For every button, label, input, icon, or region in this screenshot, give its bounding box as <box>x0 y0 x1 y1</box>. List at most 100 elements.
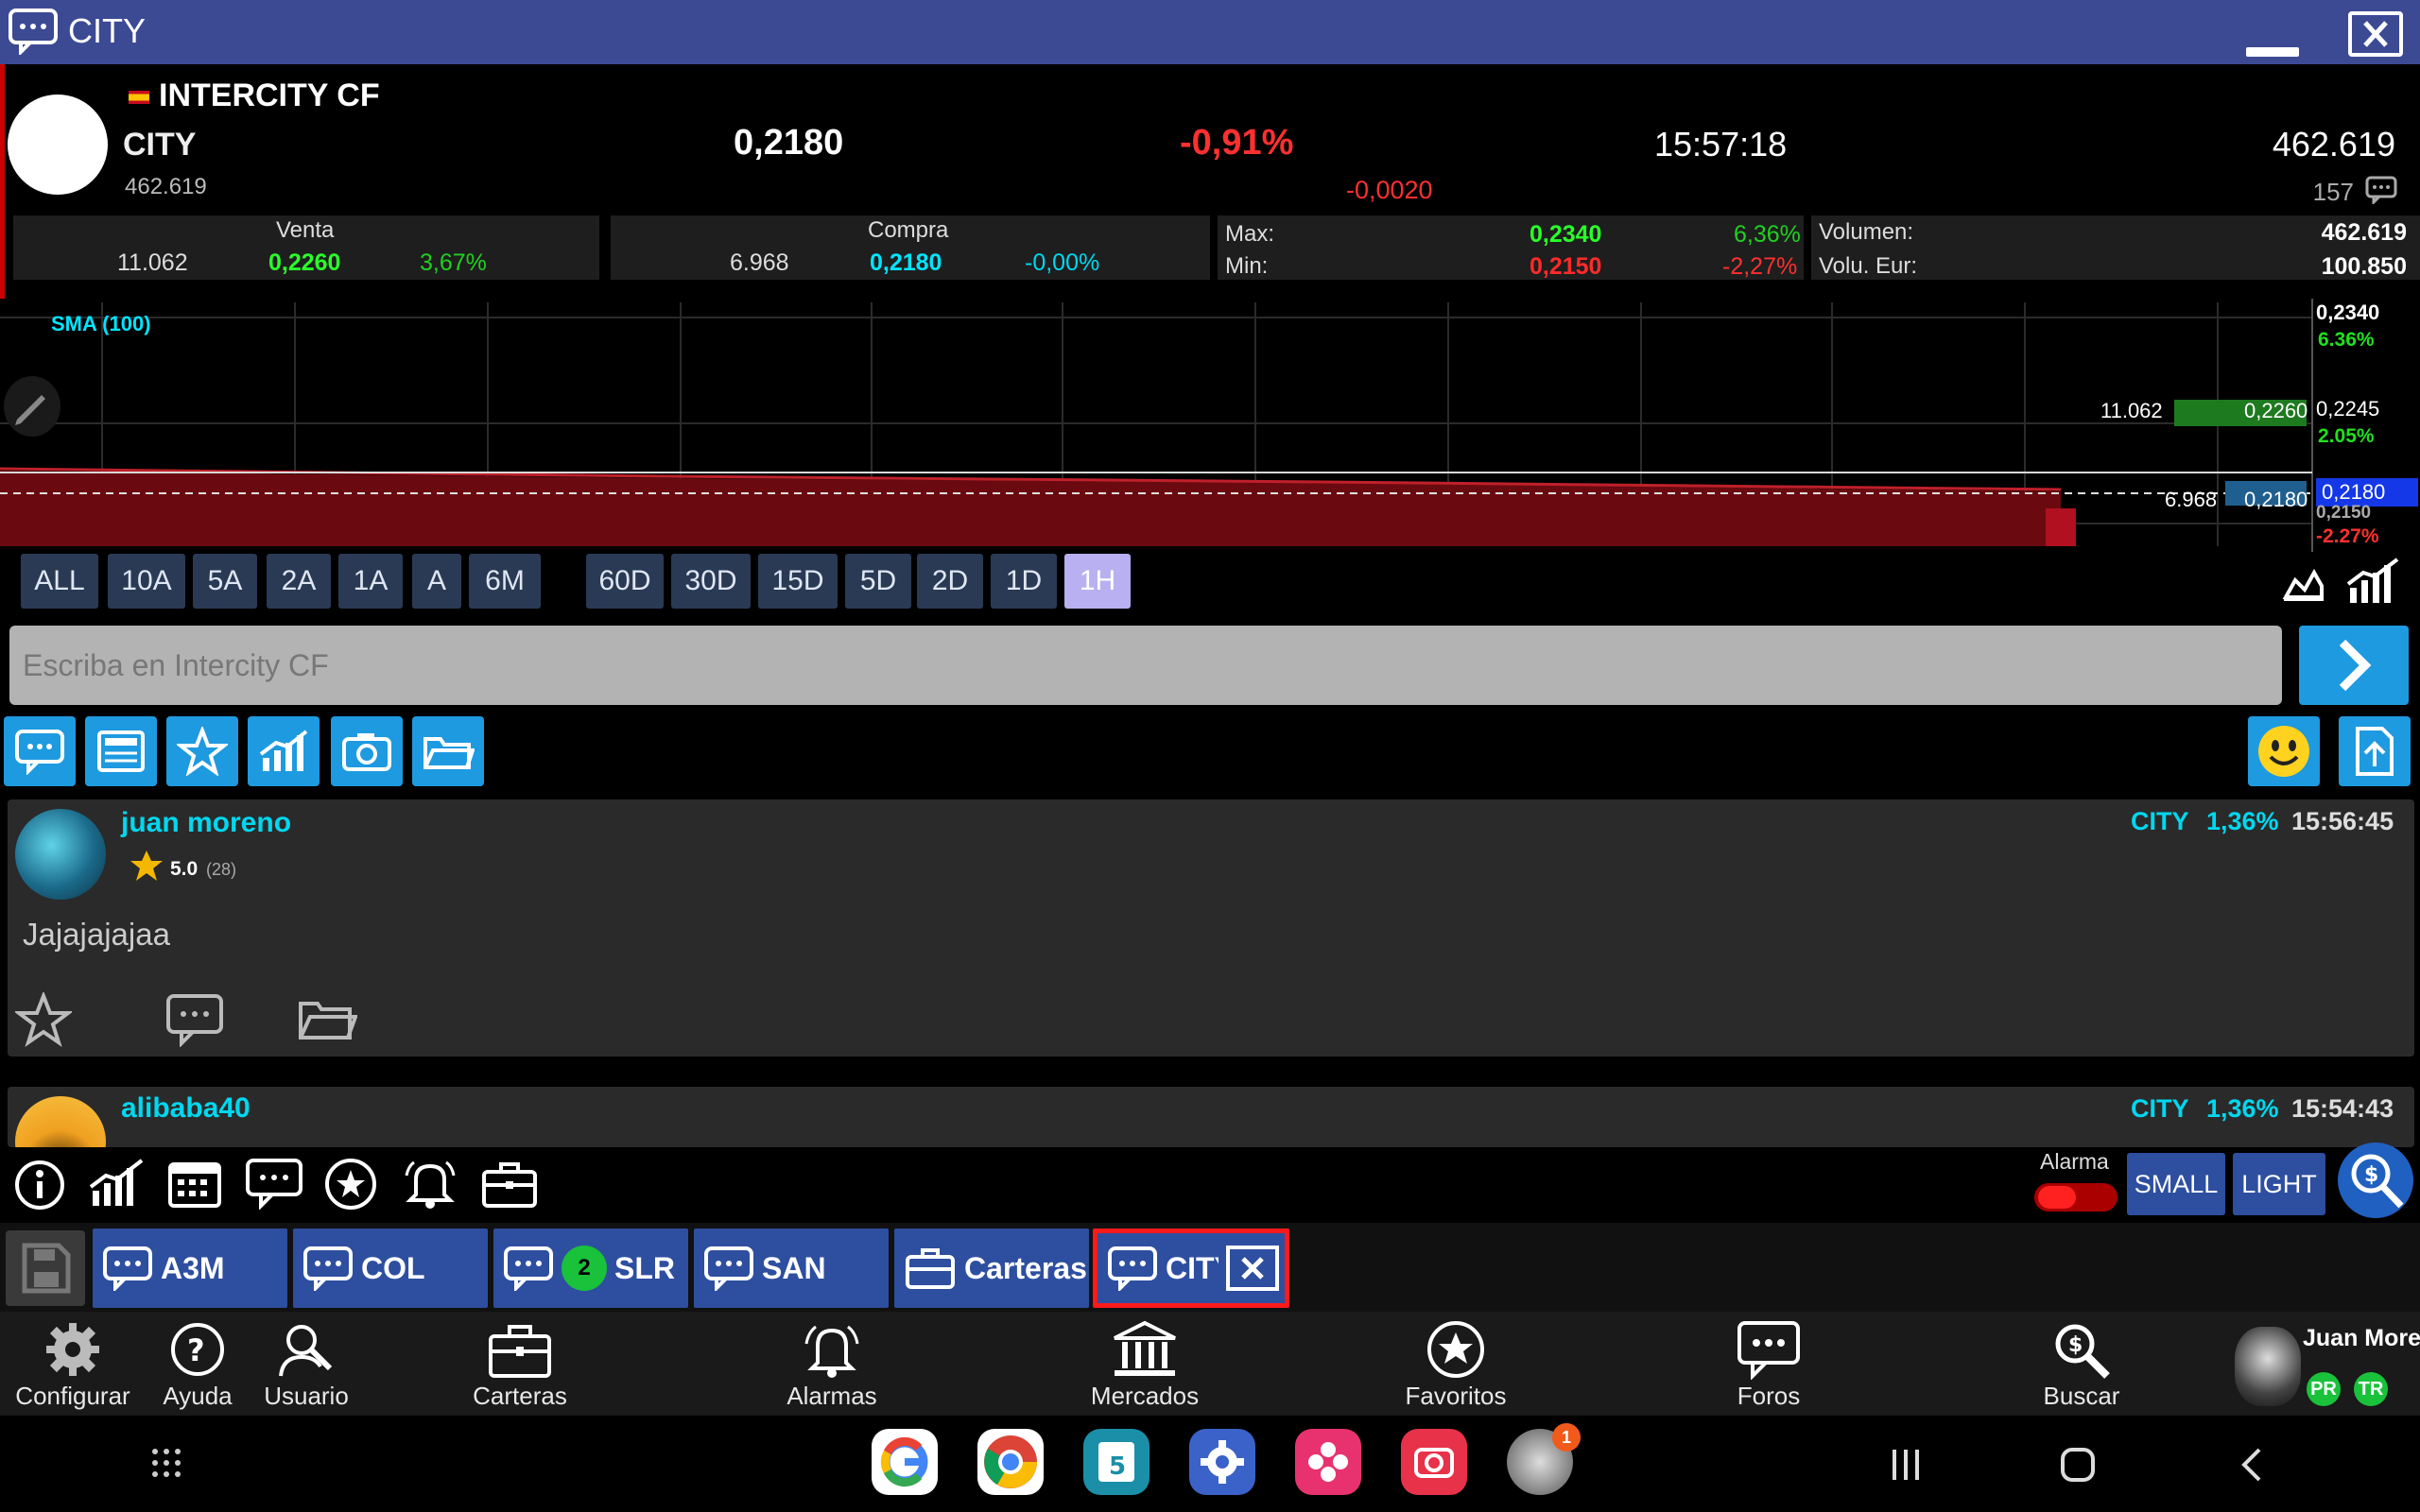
indicator-chart-icon[interactable] <box>2344 556 2403 607</box>
price-chart[interactable] <box>0 299 2420 552</box>
nav-carteras[interactable]: Carteras <box>463 1319 577 1411</box>
post-item: juan moreno 5.0 (28) CITY 1,36% 15:56:45… <box>8 799 2414 1057</box>
comments-count[interactable]: 157 <box>2313 178 2354 207</box>
close-window-button[interactable] <box>2348 11 2403 57</box>
settings-app-icon[interactable] <box>1189 1429 1255 1495</box>
chevron-right-icon <box>2339 639 2372 692</box>
chart-icon[interactable] <box>87 1157 146 1210</box>
avatar[interactable] <box>15 809 106 900</box>
tab-carteras[interactable]: Carteras <box>894 1228 1089 1308</box>
folder-tool-button[interactable] <box>412 716 484 786</box>
chat-tool-button[interactable] <box>4 716 76 786</box>
tab-a3m[interactable]: A3M <box>93 1228 287 1308</box>
app-grid-icon[interactable] <box>147 1444 185 1482</box>
nav-alarmas[interactable]: Alarmas <box>775 1319 889 1411</box>
post-ticker[interactable]: CITY <box>2131 1094 2189 1124</box>
chart-venta-qty: 11.062 <box>2100 399 2163 422</box>
search-money-icon[interactable]: $ <box>2335 1140 2416 1221</box>
unread-badge: 2 <box>562 1246 607 1291</box>
nav-label: Configurar <box>15 1382 130 1410</box>
range-15d-button[interactable]: 15D <box>758 554 838 609</box>
nav-label: Buscar <box>2043 1382 2120 1410</box>
company-name: INTERCITY CF <box>159 77 380 113</box>
nav-mercados[interactable]: Mercados <box>1085 1319 1204 1411</box>
range-10a-button[interactable]: 10A <box>108 554 185 609</box>
camera-app-icon[interactable] <box>1401 1429 1467 1495</box>
axis-mid-pct: 2.05% <box>2318 425 2375 447</box>
range-1h-button[interactable]: 1H <box>1064 554 1131 609</box>
avatar[interactable] <box>2235 1327 2301 1406</box>
range-a-button[interactable]: A <box>412 554 461 609</box>
home-icon[interactable] <box>2057 1444 2099 1486</box>
back-icon[interactable] <box>2233 1444 2271 1486</box>
venta-label: Venta <box>276 217 335 243</box>
price-area <box>0 471 2061 546</box>
emoji-button[interactable] <box>2248 716 2320 786</box>
small-size-button[interactable]: SMALL <box>2127 1153 2225 1215</box>
bank-building-icon <box>1114 1320 1176 1376</box>
gallery-app-icon[interactable] <box>1295 1429 1361 1495</box>
nav-buscar[interactable]: $ Buscar <box>2034 1319 2129 1411</box>
send-button[interactable] <box>2299 626 2409 705</box>
chart-tool-button[interactable] <box>248 716 320 786</box>
folder-icon[interactable] <box>297 994 357 1043</box>
notification-badge: 1 <box>1552 1423 1581 1452</box>
chart-compra-price: 0,2180 <box>2244 488 2308 511</box>
nav-ayuda[interactable]: ? Ayuda <box>155 1319 240 1411</box>
tab-san[interactable]: SAN <box>694 1228 889 1308</box>
close-tab-button[interactable] <box>1226 1246 1279 1291</box>
area-chart-icon[interactable] <box>2282 565 2325 603</box>
range-30d-button[interactable]: 30D <box>671 554 751 609</box>
nav-configurar[interactable]: Configurar <box>11 1319 134 1411</box>
pencil-icon[interactable] <box>4 376 60 437</box>
range-1d-button[interactable]: 1D <box>991 554 1057 609</box>
tab-city[interactable]: CITY <box>1093 1228 1289 1308</box>
tab-col[interactable]: COL <box>293 1228 488 1308</box>
calendar-icon[interactable] <box>166 1157 223 1210</box>
comment-icon[interactable] <box>2365 176 2397 204</box>
light-theme-button[interactable]: LIGHT <box>2233 1153 2325 1215</box>
favorite-star-icon[interactable] <box>15 992 72 1047</box>
range-2a-button[interactable]: 2A <box>267 554 331 609</box>
reply-comment-icon[interactable] <box>164 992 225 1047</box>
range-6m-button[interactable]: 6M <box>469 554 541 609</box>
briefcase-icon[interactable] <box>480 1159 539 1210</box>
min-pct: -2,27% <box>1722 253 1798 280</box>
sma-indicator-label[interactable]: SMA (100) <box>51 312 151 336</box>
upload-button[interactable] <box>2339 716 2411 786</box>
favorites-star-circle-icon[interactable] <box>323 1157 378 1211</box>
min-label: Min: <box>1225 253 1269 279</box>
avatar[interactable] <box>15 1096 106 1147</box>
range-all-button[interactable]: ALL <box>21 554 98 609</box>
post-ticker[interactable]: CITY <box>2131 807 2189 836</box>
range-1a-button[interactable]: 1A <box>338 554 403 609</box>
camera-tool-button[interactable] <box>331 716 403 786</box>
post-username[interactable]: juan moreno <box>121 807 291 839</box>
range-5d-button[interactable]: 5D <box>845 554 911 609</box>
chat-icon[interactable] <box>244 1157 304 1210</box>
nav-foros[interactable]: Foros <box>1726 1319 1811 1411</box>
news-tool-button[interactable] <box>85 716 157 786</box>
volu-eur-label: Volu. Eur: <box>1819 253 1918 279</box>
favorite-tool-button[interactable] <box>166 716 238 786</box>
nav-label: Ayuda <box>163 1382 233 1410</box>
save-tab-button[interactable] <box>6 1230 85 1306</box>
recent-apps-icon[interactable] <box>1887 1446 1925 1484</box>
range-60d-button[interactable]: 60D <box>586 554 664 609</box>
calendar-app-icon[interactable]: 5 <box>1083 1429 1150 1495</box>
range-5a-button[interactable]: 5A <box>193 554 257 609</box>
info-icon[interactable] <box>13 1159 66 1211</box>
post-username[interactable]: alibaba40 <box>121 1092 251 1125</box>
tab-slr[interactable]: 2 SLR <box>493 1228 688 1308</box>
alarma-toggle[interactable] <box>2034 1183 2118 1211</box>
chrome-app-icon[interactable] <box>977 1429 1044 1495</box>
google-app-icon[interactable] <box>872 1429 938 1495</box>
minimize-button[interactable] <box>2246 47 2299 57</box>
range-2d-button[interactable]: 2D <box>917 554 983 609</box>
message-input[interactable] <box>9 626 2282 705</box>
nav-favoritos[interactable]: Favoritos <box>1399 1319 1512 1411</box>
nav-usuario[interactable]: Usuario <box>255 1319 357 1411</box>
compra-qty: 6.968 <box>730 249 789 276</box>
user-name: Juan Moreno <box>2303 1325 2420 1351</box>
alarm-bell-icon[interactable] <box>401 1155 459 1211</box>
